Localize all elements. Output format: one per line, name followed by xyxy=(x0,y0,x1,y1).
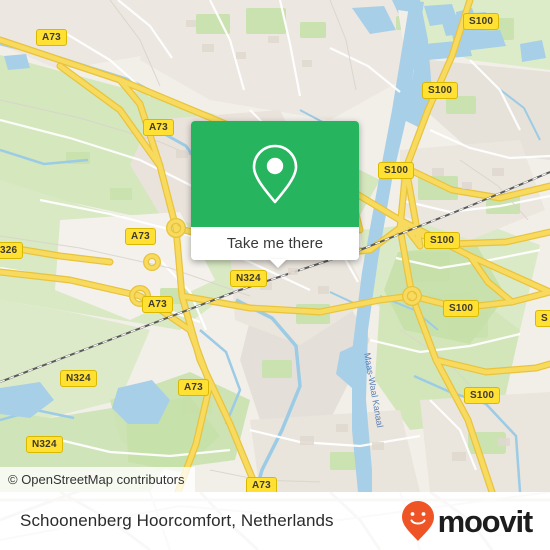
footer-content: Schoonenberg Hoorcomfort, Netherlands mo… xyxy=(0,492,550,550)
road-shield: S100 xyxy=(463,13,500,30)
moovit-wordmark: moovit xyxy=(437,503,534,539)
moovit-logo[interactable]: moovit xyxy=(401,500,534,542)
road-shield: A73 xyxy=(178,379,209,396)
road-shield: N324 xyxy=(230,270,267,287)
card-pointer-tail xyxy=(269,259,287,268)
place-title: Schoonenberg Hoorcomfort, Netherlands xyxy=(20,511,334,530)
road-shield: S100 xyxy=(424,232,461,249)
road-shield: A73 xyxy=(125,228,156,245)
road-shield: 326 xyxy=(0,242,24,259)
road-shield: A73 xyxy=(143,119,174,136)
road-shield: A73 xyxy=(36,29,67,46)
road-shield: S100 xyxy=(422,82,459,99)
map-attribution-bar[interactable]: © OpenStreetMap contributors xyxy=(0,467,195,492)
map-canvas[interactable]: Maas-Waal Kanaal A73 A73 A73 A73 A73 A73 326 N3… xyxy=(0,0,550,492)
map-pin-icon xyxy=(252,144,298,204)
road-shield: S100 xyxy=(464,387,501,404)
road-shield: S xyxy=(535,310,550,327)
road-shield: S100 xyxy=(443,300,480,317)
page-footer: Schoonenberg Hoorcomfort, Netherlands mo… xyxy=(0,492,550,550)
road-shield: A73 xyxy=(142,296,173,313)
moovit-smiley-pin-icon xyxy=(401,501,434,541)
road-shield: S100 xyxy=(378,162,415,179)
take-me-there-label: Take me there xyxy=(226,235,324,252)
road-shield: N324 xyxy=(60,370,97,387)
road-shield: N324 xyxy=(26,436,63,453)
attribution-text: © OpenStreetMap contributors xyxy=(8,472,185,487)
card-icon-area xyxy=(191,121,359,227)
moovit-station-page: Maas-Waal Kanaal A73 A73 A73 A73 A73 A73 326 N3… xyxy=(0,0,550,550)
road-shield: A73 xyxy=(246,477,277,492)
card-action-area[interactable]: Take me there xyxy=(191,227,359,260)
take-me-there-card[interactable]: Take me there xyxy=(191,121,359,268)
